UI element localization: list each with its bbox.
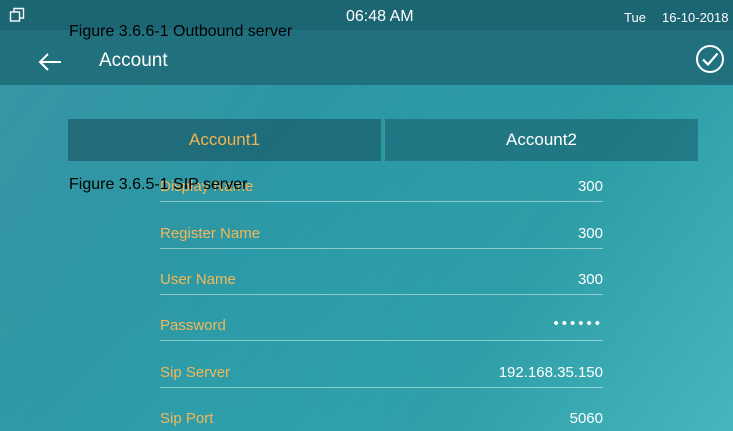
- weekday: Tue: [624, 10, 646, 25]
- tab-account2-label: Account2: [506, 130, 577, 149]
- password-label: Password: [160, 317, 226, 334]
- register-name-value[interactable]: 300: [578, 225, 603, 242]
- figure-caption-sip-server: Figure 3.6.5-1 SIP server: [69, 176, 248, 193]
- date: 16-10-2018: [662, 10, 729, 25]
- sip-server-label: Sip Server: [160, 364, 231, 381]
- password-field[interactable]: Password ••••••: [160, 313, 603, 341]
- tab-account1-label: Account1: [189, 130, 260, 149]
- register-name-label: Register Name: [160, 225, 261, 242]
- tab-account1[interactable]: Account1: [68, 119, 381, 161]
- check-circle-icon[interactable]: [695, 44, 725, 74]
- sip-port-value[interactable]: 5060: [570, 410, 603, 427]
- display-name-value[interactable]: 300: [578, 178, 603, 195]
- register-name-field[interactable]: Register Name 300: [160, 221, 603, 249]
- password-value[interactable]: ••••••: [553, 315, 603, 332]
- clock-time: 06:48 AM: [346, 8, 414, 25]
- user-name-value[interactable]: 300: [578, 271, 603, 288]
- tab-account2[interactable]: Account2: [385, 119, 698, 161]
- user-name-field[interactable]: User Name 300: [160, 267, 603, 295]
- sip-port-field[interactable]: Sip Port 5060: [160, 406, 603, 431]
- window-restore-icon: [9, 7, 25, 22]
- device-screen: 06:48 AM Tue 16-10-2018 Account Figure 3…: [0, 0, 733, 431]
- user-name-label: User Name: [160, 271, 236, 288]
- page-title: Account: [99, 50, 168, 71]
- sip-server-field[interactable]: Sip Server 192.168.35.150: [160, 360, 603, 388]
- sip-port-label: Sip Port: [160, 410, 214, 427]
- sip-server-value[interactable]: 192.168.35.150: [499, 364, 603, 381]
- figure-caption-outbound: Figure 3.6.6-1 Outbound server: [69, 23, 293, 40]
- arrow-left-icon[interactable]: [37, 51, 63, 73]
